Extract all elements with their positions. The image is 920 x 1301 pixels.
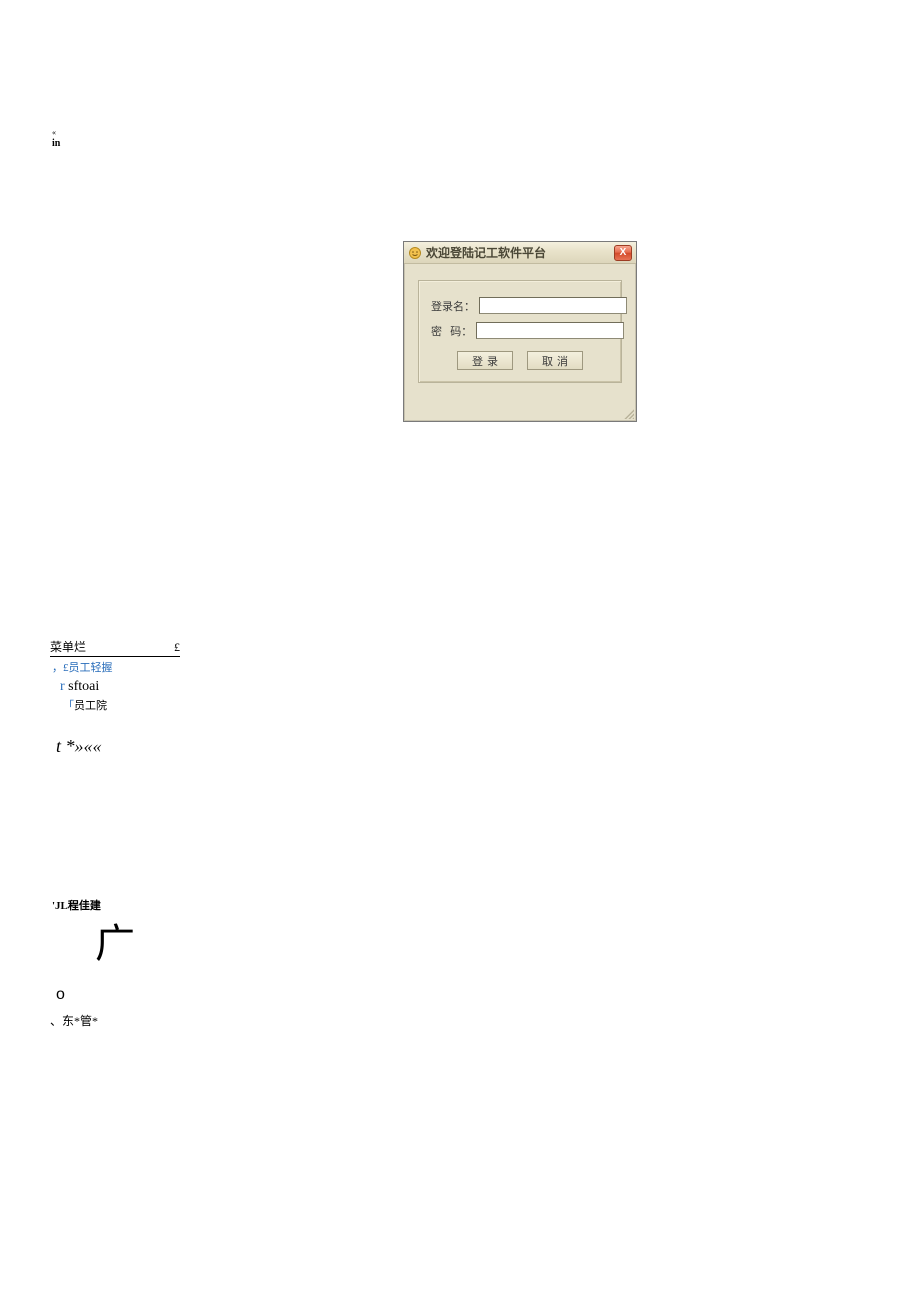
- page-fragment-lead: r: [60, 679, 68, 694]
- password-input[interactable]: [476, 322, 624, 339]
- login-button[interactable]: 登录: [457, 351, 513, 370]
- login-window: 欢迎登陆记工软件平台 X 登录名： 密 码： 登录 取消: [403, 241, 637, 422]
- password-row: 密 码：: [431, 322, 609, 339]
- page-fragment: 'JL程佳建: [52, 900, 101, 913]
- page-fragment: ，£员工轻握: [52, 662, 113, 675]
- page-fragment: o: [56, 985, 65, 1004]
- button-row: 登录 取消: [431, 351, 609, 370]
- page-fragment-text: sftoai: [68, 679, 99, 694]
- page-fragment: t *»««: [56, 736, 102, 758]
- app-icon: [408, 246, 422, 260]
- menu-header-left: 菜单烂: [50, 640, 86, 654]
- menu-header: 菜单烂 £: [50, 640, 180, 657]
- login-panel: 登录名： 密 码： 登录 取消: [418, 280, 622, 383]
- page-fragment: 「员工院: [63, 700, 107, 713]
- close-button[interactable]: X: [614, 245, 632, 261]
- page-fragment: in: [52, 138, 60, 150]
- username-input[interactable]: [479, 297, 627, 314]
- page-fragment: r sftoai: [60, 679, 99, 696]
- username-label: 登录名：: [431, 298, 475, 314]
- page-fragment: 、东*管*: [50, 1014, 98, 1028]
- username-row: 登录名：: [431, 297, 609, 314]
- password-label: 密 码：: [431, 323, 472, 339]
- login-body: 登录名： 密 码： 登录 取消: [404, 264, 636, 395]
- window-title: 欢迎登陆记工软件平台: [426, 244, 614, 261]
- page-fragment: 广: [95, 920, 135, 968]
- page-fragment-text: 员工院: [74, 700, 107, 712]
- page-fragment-lead: 「: [63, 700, 74, 712]
- resize-grip-icon[interactable]: [622, 407, 634, 419]
- titlebar[interactable]: 欢迎登陆记工软件平台 X: [404, 242, 636, 264]
- cancel-button[interactable]: 取消: [527, 351, 583, 370]
- page-fragment: «: [52, 128, 56, 138]
- menu-header-right: £: [174, 640, 180, 654]
